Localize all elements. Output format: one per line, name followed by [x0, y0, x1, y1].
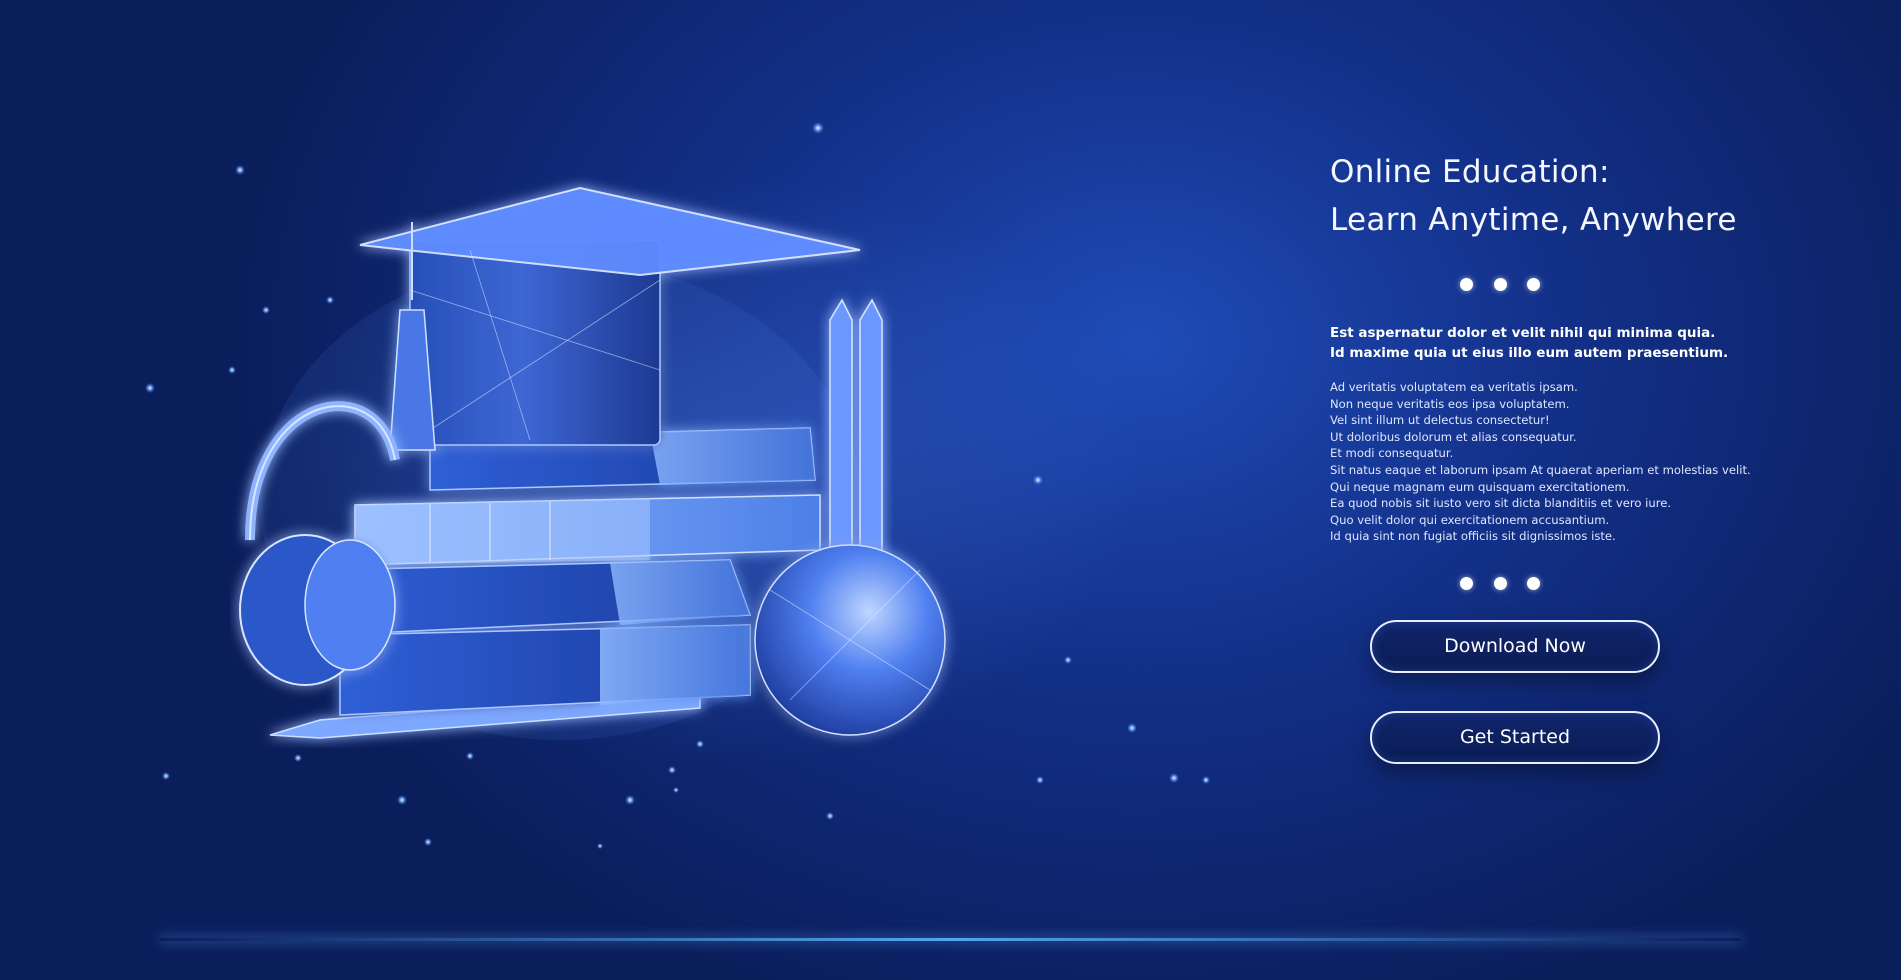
- title-line-2: Learn Anytime, Anywhere: [1330, 202, 1737, 238]
- body-line: Ad veritatis voluptatem ea veritatis ips…: [1330, 380, 1578, 394]
- body-line: Ut doloribus dolorum et alias consequatu…: [1330, 429, 1577, 444]
- dot-icon: [1460, 278, 1473, 291]
- body-line: Qui neque magnam eum quisquam exercitati…: [1330, 479, 1630, 494]
- globe-sphere-icon: [754, 544, 946, 736]
- bottom-glow-line: [160, 938, 1741, 941]
- dot-icon: [1527, 576, 1540, 590]
- lead-line: Est aspernatur dolor et velit nihil qui …: [1330, 325, 1716, 341]
- lead-line: Id maxime quia ut eius illo eum autem pr…: [1330, 345, 1729, 361]
- page-title: Online Education: Learn Anytime, Anywher…: [1330, 148, 1810, 244]
- get-started-button[interactable]: Get Started: [1370, 710, 1660, 764]
- body-line: Non neque veritatis eos ipsa voluptatem.: [1330, 396, 1570, 411]
- body-line: Id quia sint non fugiat officiis sit dig…: [1330, 529, 1616, 544]
- body-line: Et modi consequatur.: [1330, 446, 1454, 461]
- title-line-1: Online Education:: [1330, 154, 1610, 190]
- education-illustration: [239, 186, 946, 740]
- divider-dots-bottom: [1460, 576, 1540, 590]
- body-text: Ad veritatis voluptatem ea veritatis ips…: [1330, 379, 1810, 545]
- body-line: Vel sint illum ut delectus consectetur!: [1330, 413, 1550, 428]
- body-line: Quo velit dolor qui exercitationem accus…: [1330, 512, 1610, 527]
- body-line: Sit natus eaque et laborum ipsam At quae…: [1330, 462, 1751, 477]
- divider-dots-top: [1460, 278, 1540, 291]
- dot-icon: [1460, 576, 1473, 590]
- download-now-button[interactable]: Download Now: [1370, 619, 1660, 673]
- hero-content: Online Education: Learn Anytime, Anywher…: [1330, 148, 1810, 764]
- lead-text: Est aspernatur dolor et velit nihil qui …: [1330, 323, 1810, 363]
- body-line: Ea quod nobis sit iusto vero sit dicta b…: [1330, 496, 1672, 511]
- dot-icon: [1527, 278, 1540, 291]
- dot-icon: [1493, 278, 1507, 291]
- dot-icon: [1493, 576, 1507, 590]
